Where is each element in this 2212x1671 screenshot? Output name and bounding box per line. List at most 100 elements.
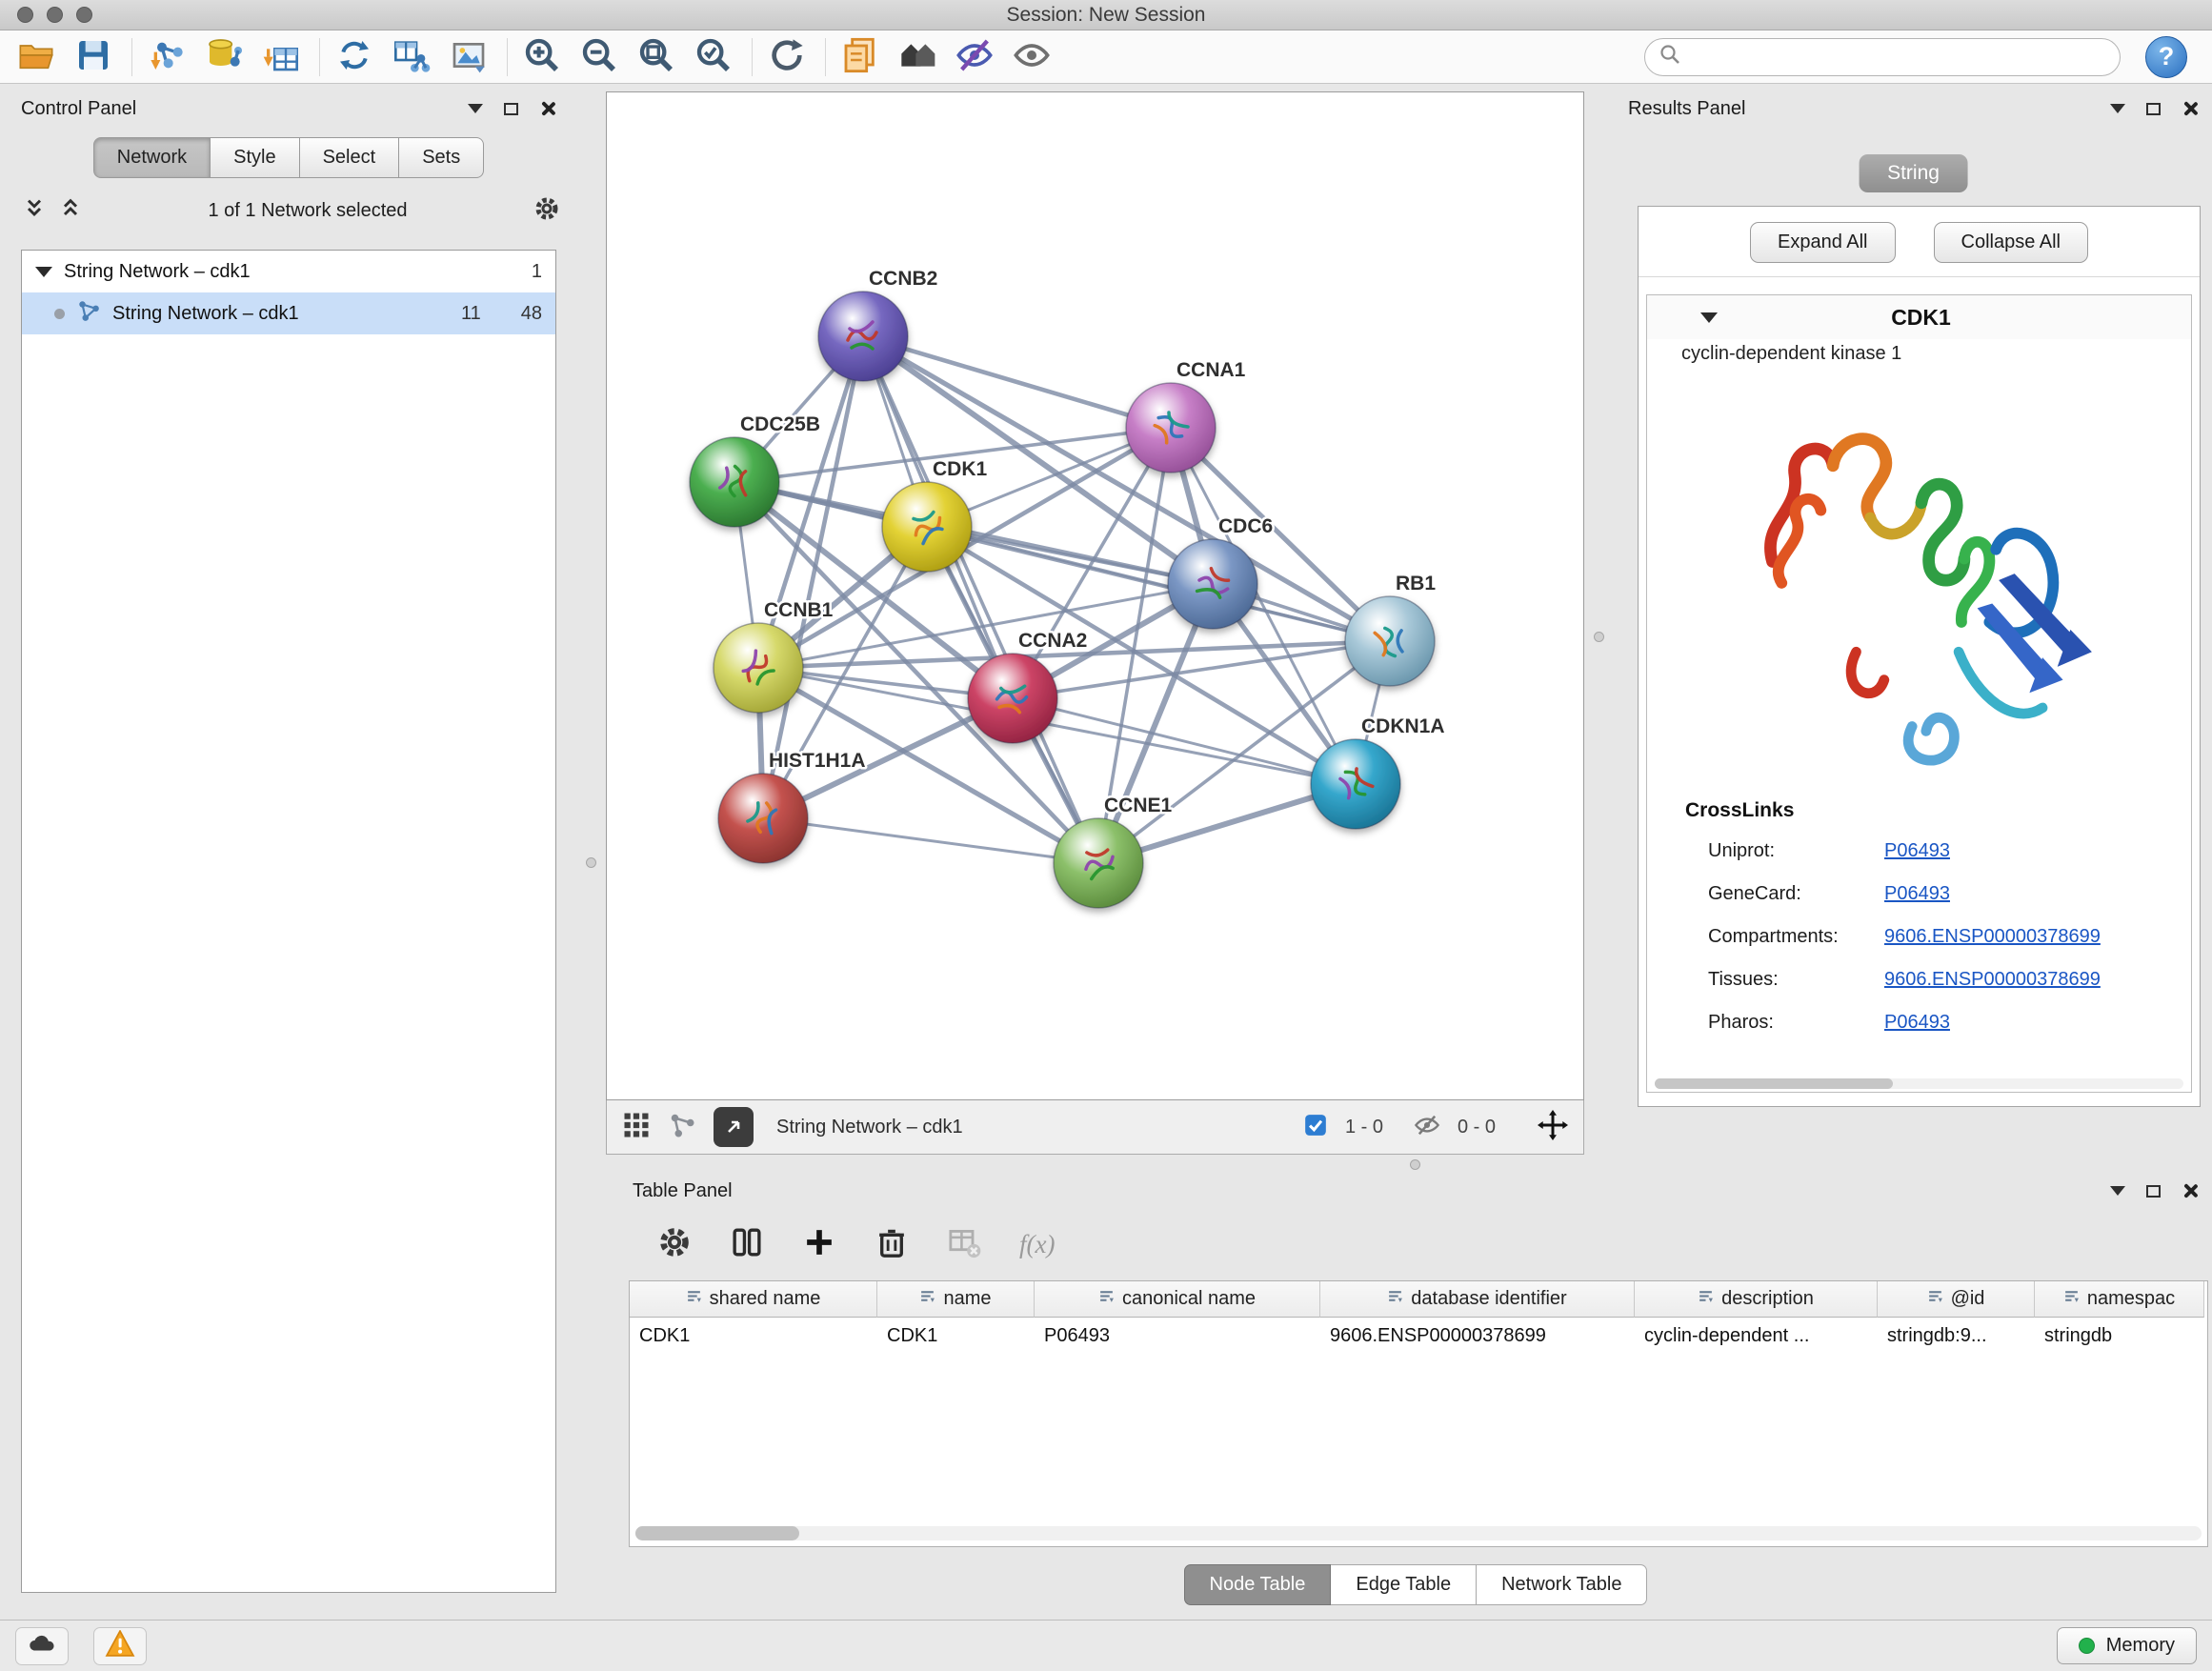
panel-float-icon[interactable] bbox=[2146, 1185, 2161, 1198]
panel-close-icon[interactable] bbox=[2182, 1182, 2199, 1199]
save-session-button[interactable] bbox=[70, 34, 116, 80]
network-edge[interactable] bbox=[763, 336, 863, 818]
crosslink-value-link[interactable]: 9606.ENSP00000378699 bbox=[1884, 969, 2101, 991]
tab-edge-table[interactable]: Edge Table bbox=[1331, 1564, 1477, 1605]
crosslink-value-link[interactable]: 9606.ENSP00000378699 bbox=[1884, 926, 2101, 948]
table-horizontal-scrollbar[interactable] bbox=[635, 1526, 2202, 1540]
panel-menu-icon[interactable] bbox=[468, 104, 483, 113]
tab-node-table[interactable]: Node Table bbox=[1184, 1564, 1332, 1605]
table-cell[interactable]: P06493 bbox=[1035, 1318, 1320, 1358]
panel-menu-icon[interactable] bbox=[2110, 104, 2125, 113]
tab-select[interactable]: Select bbox=[300, 137, 400, 178]
table-cell[interactable]: CDK1 bbox=[877, 1318, 1035, 1358]
zoom-out-button[interactable] bbox=[576, 34, 622, 80]
tab-network-table[interactable]: Network Table bbox=[1477, 1564, 1647, 1605]
add-column-icon[interactable] bbox=[802, 1225, 836, 1264]
crosslink-value-link[interactable]: P06493 bbox=[1884, 883, 1950, 905]
warning-button[interactable] bbox=[93, 1627, 147, 1665]
crosslink-value-link[interactable]: P06493 bbox=[1884, 1012, 1950, 1034]
table-cell[interactable]: 9606.ENSP00000378699 bbox=[1320, 1318, 1635, 1358]
network-collection-row[interactable]: String Network – cdk1 1 bbox=[22, 251, 555, 292]
network-edge[interactable] bbox=[863, 336, 1098, 863]
network-canvas[interactable]: CCNB2CCNA1CDC25BCDK1CDC6RB1CCNB1CCNA2CDK… bbox=[607, 92, 1583, 1099]
clone-network-button[interactable] bbox=[332, 34, 377, 80]
column-header[interactable]: canonical name bbox=[1035, 1281, 1320, 1318]
table-cell[interactable]: CDK1 bbox=[630, 1318, 877, 1358]
table-cell[interactable]: stringdb:9... bbox=[1878, 1318, 2035, 1358]
column-header[interactable]: namespac bbox=[2035, 1281, 2204, 1318]
column-header[interactable]: description bbox=[1635, 1281, 1878, 1318]
collapse-all-button[interactable]: Collapse All bbox=[1934, 222, 2089, 263]
string-results-tab[interactable]: String bbox=[1859, 154, 1968, 192]
table-settings-gear-icon[interactable] bbox=[657, 1225, 692, 1264]
import-table-icon bbox=[262, 36, 300, 77]
crosslinks-list: Uniprot:P06493GeneCard:P06493Compartment… bbox=[1647, 830, 2191, 1044]
grid-view-icon[interactable] bbox=[622, 1111, 651, 1144]
cloud-status-button[interactable] bbox=[15, 1627, 69, 1665]
tab-sets[interactable]: Sets bbox=[399, 137, 484, 178]
memory-button[interactable]: Memory bbox=[2057, 1627, 2197, 1664]
crosslink-value-link[interactable]: P06493 bbox=[1884, 840, 1950, 862]
results-scrollbar[interactable] bbox=[1655, 1078, 2183, 1089]
column-header[interactable]: name bbox=[877, 1281, 1035, 1318]
column-header[interactable]: database identifier bbox=[1320, 1281, 1635, 1318]
panel-close-icon[interactable] bbox=[539, 100, 556, 117]
panel-float-icon[interactable] bbox=[504, 103, 518, 115]
node-label: CDC6 bbox=[1218, 515, 1273, 537]
show-columns-icon[interactable] bbox=[730, 1225, 764, 1264]
zoom-in-button[interactable] bbox=[519, 34, 565, 80]
gear-icon[interactable] bbox=[533, 195, 560, 227]
show-all-button[interactable] bbox=[1009, 34, 1055, 80]
column-header[interactable]: @id bbox=[1878, 1281, 2035, 1318]
network-collection-label: String Network – cdk1 bbox=[64, 261, 251, 283]
zoom-selected-button[interactable] bbox=[691, 34, 736, 80]
column-header-label: @id bbox=[1951, 1288, 1985, 1310]
table-cell[interactable]: stringdb bbox=[2035, 1318, 2204, 1358]
new-network-from-table-button[interactable] bbox=[389, 34, 434, 80]
help-button[interactable]: ? bbox=[2145, 36, 2187, 78]
table-cell[interactable]: cyclin-dependent ... bbox=[1635, 1318, 1878, 1358]
string-results-content: Expand All Collapse All CDK1 cyclin-depe… bbox=[1638, 206, 2201, 1107]
pan-crosshair-icon[interactable] bbox=[1538, 1110, 1568, 1145]
open-in-new-window-button[interactable] bbox=[714, 1107, 754, 1147]
selected-checkbox-icon[interactable] bbox=[1303, 1113, 1328, 1142]
toolbar-separator bbox=[507, 38, 508, 76]
protein-section-header[interactable]: CDK1 bbox=[1647, 295, 2191, 339]
expand-all-icon[interactable] bbox=[59, 197, 82, 225]
collapse-all-icon[interactable] bbox=[23, 197, 46, 225]
table-row[interactable]: CDK1CDK1P064939606.ENSP00000378699cyclin… bbox=[630, 1318, 2207, 1358]
home-button[interactable] bbox=[895, 34, 940, 80]
delete-column-trash-icon[interactable] bbox=[875, 1225, 909, 1264]
export-image-button[interactable] bbox=[446, 34, 492, 80]
refresh-layout-button[interactable] bbox=[764, 34, 810, 80]
splitter-handle[interactable] bbox=[1410, 1159, 1420, 1170]
hide-selected-button[interactable] bbox=[952, 34, 997, 80]
zoom-in-icon bbox=[523, 36, 561, 77]
tab-style[interactable]: Style bbox=[211, 137, 299, 178]
section-expand-icon[interactable] bbox=[1700, 312, 1718, 323]
panel-menu-icon[interactable] bbox=[2110, 1186, 2125, 1196]
search-input[interactable] bbox=[1691, 46, 2106, 68]
column-header[interactable]: shared name bbox=[630, 1281, 877, 1318]
open-session-button[interactable] bbox=[13, 34, 59, 80]
tree-expand-icon[interactable] bbox=[35, 267, 52, 277]
panel-float-icon[interactable] bbox=[2146, 103, 2161, 115]
network-row-selected[interactable]: String Network – cdk1 11 48 bbox=[22, 292, 555, 334]
table-body: CDK1CDK1P064939606.ENSP00000378699cyclin… bbox=[630, 1318, 2207, 1358]
network-view[interactable]: CCNB2CCNA1CDC25BCDK1CDC6RB1CCNB1CCNA2CDK… bbox=[606, 91, 1584, 1100]
table-header-row: shared namenamecanonical namedatabase id… bbox=[630, 1281, 2207, 1318]
splitter-handle[interactable] bbox=[1594, 632, 1604, 642]
network-overview-icon[interactable] bbox=[668, 1111, 696, 1144]
annotation-button[interactable] bbox=[837, 34, 883, 80]
import-network-file-button[interactable] bbox=[144, 34, 190, 80]
network-edge[interactable] bbox=[863, 336, 1171, 428]
panel-close-icon[interactable] bbox=[2182, 100, 2199, 117]
import-table-file-button[interactable] bbox=[258, 34, 304, 80]
tab-network[interactable]: Network bbox=[93, 137, 211, 178]
expand-all-button[interactable]: Expand All bbox=[1750, 222, 1896, 263]
splitter-handle[interactable] bbox=[586, 857, 596, 868]
hidden-eye-slash-icon[interactable] bbox=[1414, 1112, 1440, 1143]
zoom-fit-button[interactable] bbox=[633, 34, 679, 80]
import-network-database-button[interactable] bbox=[201, 34, 247, 80]
network-edge[interactable] bbox=[763, 818, 1098, 863]
